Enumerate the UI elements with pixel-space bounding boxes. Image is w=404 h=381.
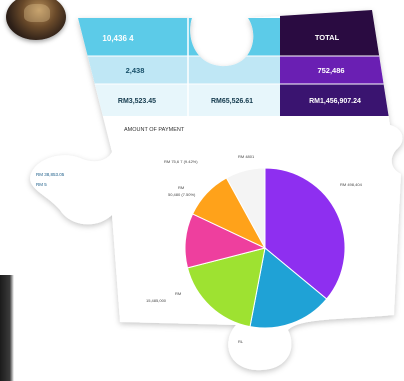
table-total-header-cell: [280, 10, 403, 56]
pie-label-top-right: RM 4801: [238, 154, 255, 159]
puzzle-svg: 10,436 4 TOTAL 2,438 752,486 RM3,523.45 …: [30, 10, 403, 371]
pie-label-left-mid-2: 50,480 (7.50%): [168, 192, 196, 197]
pie-label-right-top: RM 498,404: [340, 182, 363, 187]
table-row-count: [70, 56, 280, 84]
chart-title: AMOUNT OF PAYMENT: [124, 127, 185, 133]
bottom-label: RL: [238, 339, 244, 344]
table-count-partial: 2,438: [126, 66, 145, 75]
pie-label-bottom-left-1: RM: [175, 291, 181, 296]
table-count-total: 752,486: [317, 66, 344, 75]
stage: 10,436 4 TOTAL 2,438 752,486 RM3,523.45 …: [0, 0, 404, 381]
table-total-header: TOTAL: [315, 33, 340, 42]
stray-label-2: RM 5: [36, 182, 47, 187]
stray-label-1: RM 38,853.05: [36, 172, 65, 177]
pie-label-left-mid-1: RM: [178, 185, 184, 190]
pie-label-top-left: RM 75,6 7 (9.42%): [164, 159, 198, 164]
table-amount-1: RM3,523.45: [118, 98, 156, 105]
pie-chart: [184, 167, 346, 329]
pie-label-bottom-left-2: 15,485,000: [146, 298, 167, 303]
table-amount-total: RM1,456,907.24: [309, 98, 361, 105]
table-amount-2: RM65,526.61: [211, 98, 253, 105]
table-header-partial: 10,436 4: [102, 34, 134, 43]
